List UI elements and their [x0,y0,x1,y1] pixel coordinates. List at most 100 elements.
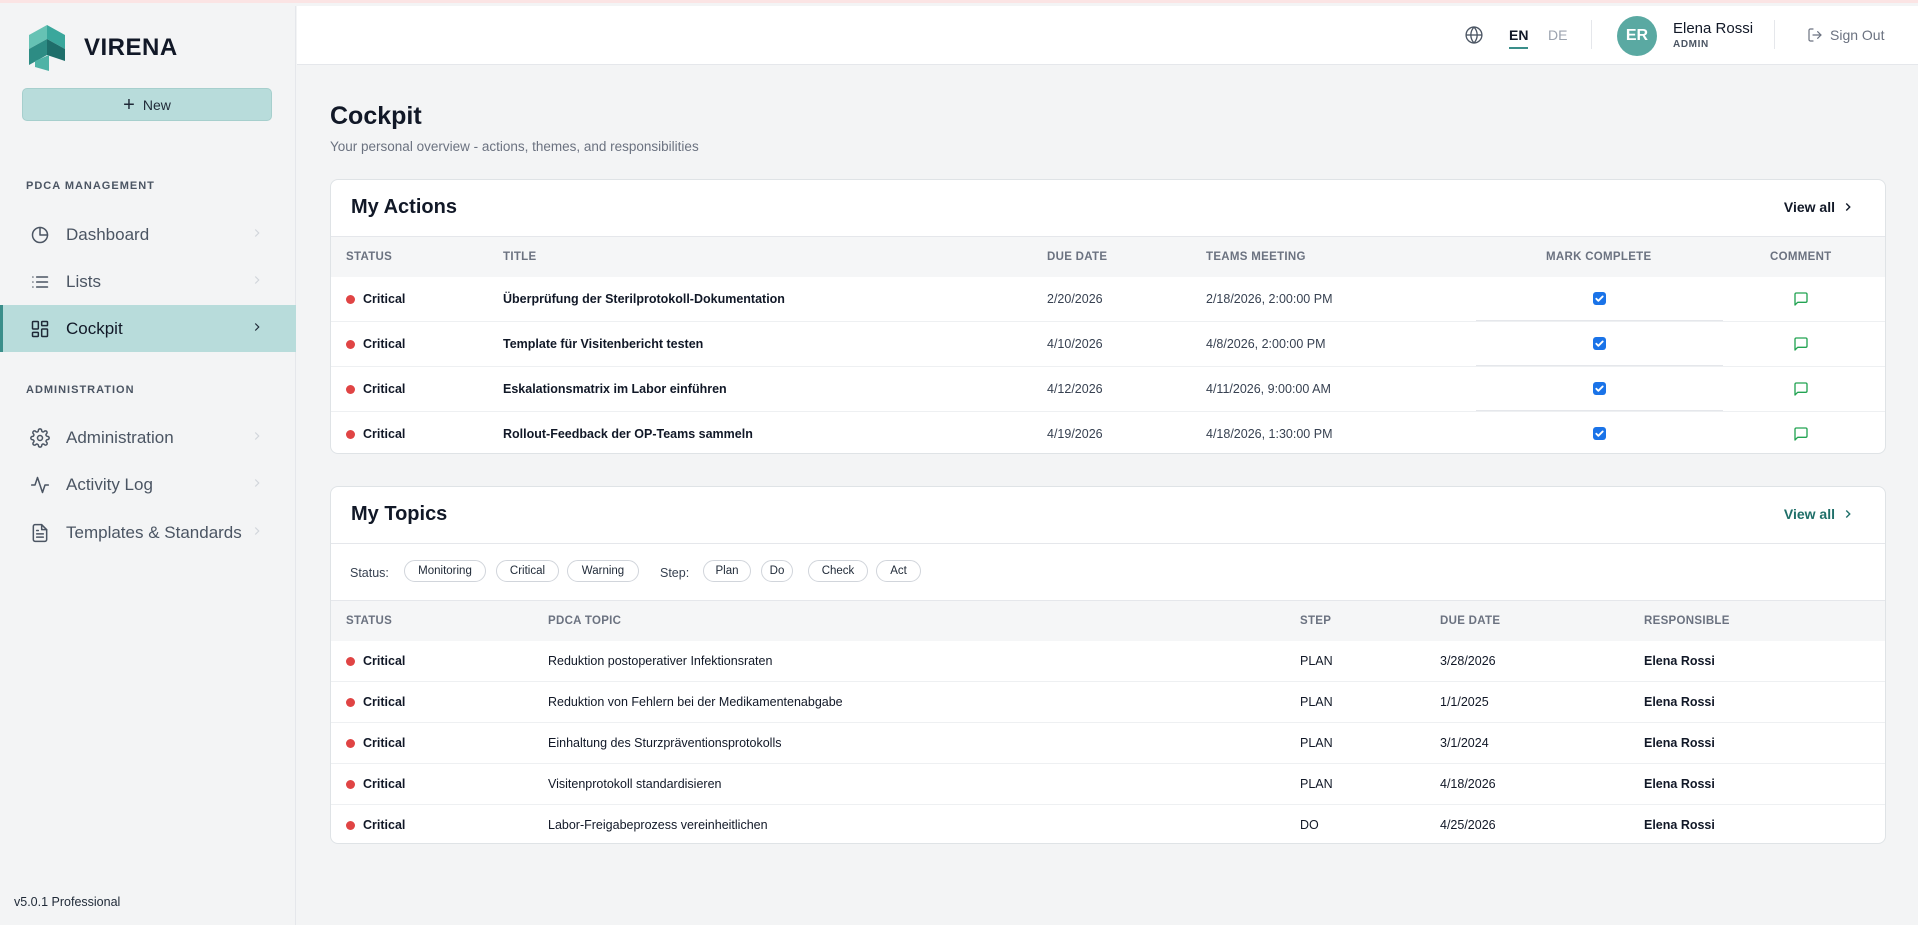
chevron-right-icon [254,323,260,331]
responsible: Elena Rossi [1644,818,1715,832]
teams-meeting: 2/18/2026, 2:00:00 PM [1206,292,1333,306]
filter-chip-do[interactable]: Do [761,560,793,582]
sidebar-item-templates-standards[interactable]: Templates & Standards [0,509,296,556]
pdca-topic[interactable]: Reduktion von Fehlern bei der Medikament… [548,695,843,709]
mark-complete-checkbox[interactable] [1593,292,1606,305]
mark-complete-checkbox[interactable] [1593,337,1606,350]
action-title[interactable]: Überprüfung der Sterilprotokoll-Dokument… [503,292,785,306]
column-header: TEAMS MEETING [1206,251,1306,263]
sign-out-label: Sign Out [1830,27,1885,43]
divider [1591,20,1592,49]
view-all-topics-link[interactable]: View all [1784,506,1855,522]
table-row[interactable]: Critical Reduktion von Fehlern bei der M… [331,682,1885,723]
view-all-label: View all [1783,506,1835,522]
sidebar-item-label: Dashboard [66,224,150,244]
pdca-topic[interactable]: Einhaltung des Sturzpräventionsprotokoll… [548,736,781,750]
table-row[interactable]: Critical Labor-Freigabeprozess vereinhei… [331,805,1885,843]
comment-icon[interactable] [1793,381,1809,397]
column-header: DUE DATE [1047,251,1108,263]
filter-chip-warning[interactable]: Warning [567,560,639,582]
table-row[interactable]: Critical Überprüfung der Sterilprotokoll… [331,277,1885,322]
critical-status-dot [346,657,355,666]
status-text: Critical [363,382,406,396]
chevron-right-icon [1845,203,1851,211]
due-date: 4/12/2026 [1047,382,1103,396]
page-title: Cockpit [330,102,422,130]
sidebar-item-lists[interactable]: Lists [0,258,296,305]
table-row[interactable]: Critical Reduktion postoperativer Infekt… [331,641,1885,682]
check-icon [1595,430,1604,437]
action-title[interactable]: Eskalationsmatrix im Labor einführen [503,382,727,396]
column-header: MARK COMPLETE [1546,251,1652,263]
column-header: STATUS [346,615,393,627]
table-row[interactable]: Critical Rollout-Feedback der OP-Teams s… [331,412,1885,453]
action-title[interactable]: Template für Visitenbericht testen [503,337,703,351]
filter-chip-plan[interactable]: Plan [703,560,751,582]
table-row[interactable]: Critical Template für Visitenbericht tes… [331,322,1885,367]
status-text: Critical [363,736,406,750]
chevron-right-icon [254,276,260,284]
filter-chip-check[interactable]: Check [808,560,868,582]
responsible: Elena Rossi [1644,736,1715,750]
teams-meeting: 4/18/2026, 1:30:00 PM [1206,427,1333,441]
table-row[interactable]: Critical Einhaltung des Sturzpräventions… [331,723,1885,764]
due-date: 4/18/2026 [1440,777,1496,791]
sign-out-button[interactable]: Sign Out [1807,27,1884,43]
filter-chip-act[interactable]: Act [876,560,921,582]
sidebar-item-cockpit[interactable]: Cockpit [0,305,296,352]
sidebar-item-label: Activity Log [66,474,153,494]
due-date: 4/19/2026 [1047,427,1103,441]
status-text: Critical [363,292,406,306]
page-subtitle: Your personal overview - actions, themes… [330,139,699,154]
filter-chip-monitoring[interactable]: Monitoring [404,560,486,582]
comment-icon[interactable] [1793,336,1809,352]
topic-filters: Status: Monitoring Critical Warning Step… [331,544,1885,601]
sidebar-item-activity-log[interactable]: Activity Log [0,461,296,508]
status-text: Critical [363,777,406,791]
mark-complete-checkbox[interactable] [1593,382,1606,395]
avatar[interactable]: ER [1617,16,1657,56]
comment-icon[interactable] [1793,291,1809,307]
table-row[interactable]: Critical Visitenprotokoll standardisiere… [331,764,1885,805]
pdca-topic[interactable]: Labor-Freigabeprozess vereinheitlichen [548,818,768,832]
mark-complete-checkbox[interactable] [1593,427,1606,440]
new-button[interactable]: + New [22,88,272,121]
column-header: STATUS [346,251,393,263]
sidebar-item-administration[interactable]: Administration [0,414,296,461]
critical-status-dot [346,295,355,304]
table-row[interactable]: Critical Eskalationsmatrix im Labor einf… [331,367,1885,412]
globe-icon[interactable] [1464,25,1484,45]
sidebar: VIRENA + New PDCA MANAGEMENT Dashboard L… [0,6,296,925]
check-icon [1595,385,1604,392]
top-header: EN DE ER Elena Rossi ADMIN Sign Out [297,6,1918,65]
pdca-topic[interactable]: Visitenprotokoll standardisieren [548,777,721,791]
version-label: v5.0.1 Professional [14,895,121,909]
chevron-right-icon [254,432,260,440]
my-actions-card: My Actions View all STATUS TITLE DUE DAT… [330,179,1886,454]
step: DO [1300,818,1319,832]
chevron-right-icon [254,479,260,487]
responsible: Elena Rossi [1644,654,1715,668]
column-header: DUE DATE [1440,615,1501,627]
virena-logo-icon [29,25,65,71]
log-out-icon [1808,28,1822,42]
column-header: COMMENT [1770,251,1832,263]
view-all-actions-link[interactable]: View all [1784,199,1855,215]
step-filter-label: Step: [660,566,690,580]
sidebar-item-dashboard[interactable]: Dashboard [0,211,296,258]
critical-status-dot [346,780,355,789]
critical-status-dot [346,821,355,830]
comment-icon[interactable] [1793,426,1809,442]
filter-chip-critical[interactable]: Critical [496,560,559,582]
lang-en-button[interactable]: EN [1509,27,1529,49]
status-filter-label: Status: [350,566,389,580]
check-icon [1595,340,1604,347]
lang-de-button[interactable]: DE [1548,27,1567,43]
user-name: Elena Rossi [1673,20,1754,37]
chevron-right-icon [254,229,260,237]
brand[interactable]: VIRENA [25,23,178,73]
action-title[interactable]: Rollout-Feedback der OP-Teams sammeln [503,427,753,441]
table-header: STATUS PDCA TOPIC STEP DUE DATE RESPONSI… [331,601,1885,641]
pdca-topic[interactable]: Reduktion postoperativer Infektionsraten [548,654,772,668]
check-icon [1595,295,1604,302]
